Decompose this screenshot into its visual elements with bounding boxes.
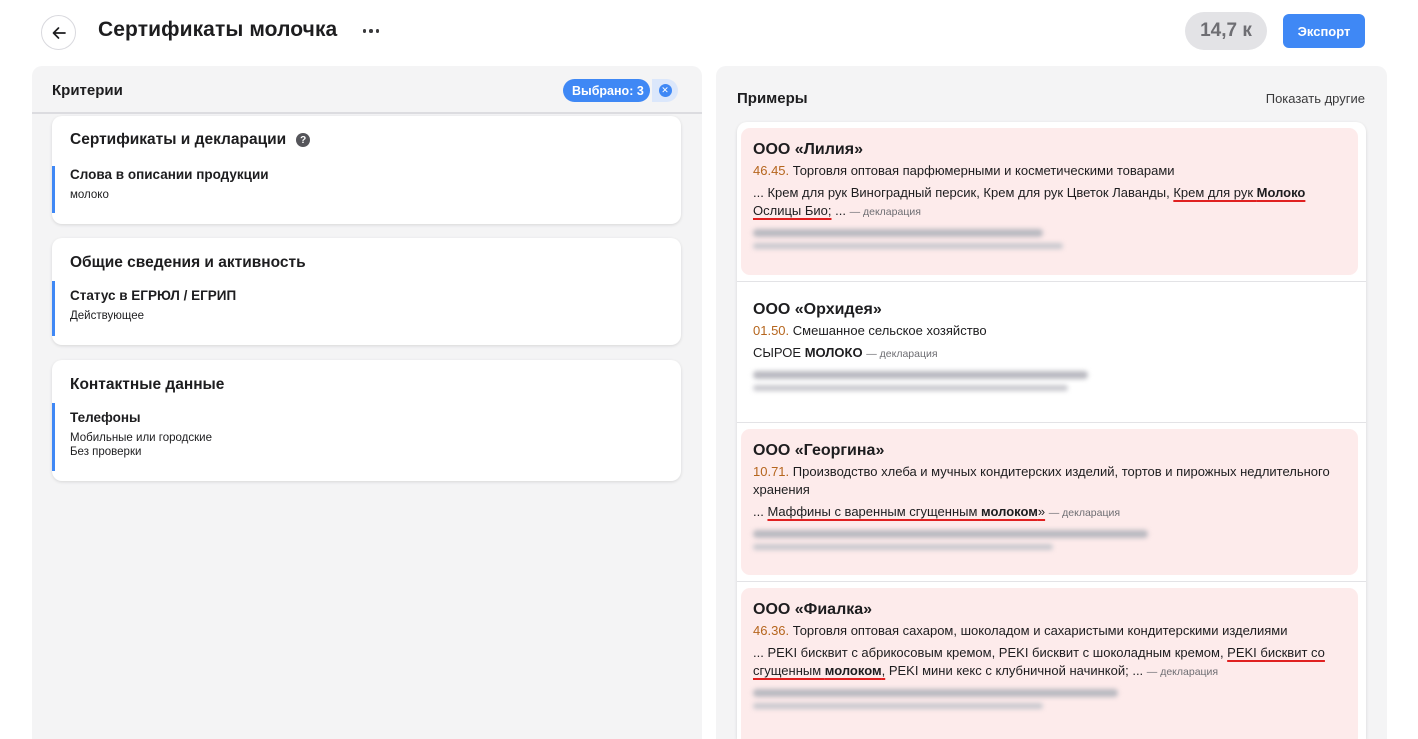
criteria-card-title: Контактные данные (70, 376, 225, 393)
document-type: — декларация (1146, 666, 1219, 678)
list-item[interactable]: ООО «Лилия» 46.45. Торговля оптовая парф… (737, 122, 1366, 282)
criteria-item-value: Без проверки (70, 446, 142, 458)
question-circle-icon[interactable]: ? (296, 133, 311, 147)
okved-text: Производство хлеба и мучных кондитерских… (753, 464, 1330, 497)
list-item[interactable]: ООО «Фиалка» 46.36. Торговля оптовая сах… (737, 582, 1366, 739)
criteria-item[interactable]: Слова в описании продукции молоко (52, 166, 269, 213)
document-type: — декларация (849, 206, 921, 218)
criteria-card-certificates[interactable]: Сертификаты и декларации ? Слова в описа… (52, 116, 681, 224)
criteria-item[interactable]: Статус в ЕГРЮЛ / ЕГРИП Действующее (52, 281, 236, 336)
list-item[interactable]: ООО «Георгина» 10.71. Производство хлеба… (737, 423, 1366, 582)
okved-code: 46.36. (753, 623, 790, 638)
blurred-requisites (753, 243, 1063, 249)
blurred-address (753, 229, 1043, 237)
okved-code: 10.71. (753, 464, 790, 479)
more-options-button[interactable] (358, 20, 384, 42)
results-count-badge: 14,7 к (1185, 12, 1267, 50)
criteria-header: Критерии Выбрано: 3 ✕ (32, 66, 702, 114)
criteria-panel: Критерии Выбрано: 3 ✕ Сертификаты и декл… (32, 66, 702, 739)
product-snippet: ... Маффины с варенным сгущенным молоком… (753, 504, 1121, 519)
clear-selection-button[interactable]: ✕ (652, 79, 678, 102)
document-type: — декларация (866, 348, 938, 360)
criteria-item-label: Слова в описании продукции (70, 167, 269, 182)
blurred-requisites (753, 385, 1068, 391)
okved-line: 01.50. Смешанное сельское хозяйство (753, 322, 1346, 340)
okved-line: 10.71. Производство хлеба и мучных конди… (753, 463, 1346, 499)
okved-code: 46.45. (753, 163, 790, 178)
close-circle-icon: ✕ (658, 84, 672, 97)
examples-panel: Примеры Показать другие ООО «Лилия» 46.4… (716, 66, 1387, 739)
okved-text: Смешанное сельское хозяйство (792, 323, 987, 338)
more-horizontal-icon (362, 29, 367, 33)
back-button[interactable] (41, 15, 76, 50)
company-name[interactable]: ООО «Фиалка» (753, 600, 1346, 620)
criteria-item-value: Мобильные или городские (70, 432, 212, 444)
company-name[interactable]: ООО «Лилия» (753, 140, 1346, 160)
okved-line: 46.45. Торговля оптовая парфюмерными и к… (753, 162, 1346, 180)
blurred-address (753, 689, 1118, 697)
show-more-link[interactable]: Показать другие (1266, 91, 1365, 106)
match-highlight: Маффины с варенным сгущенным молоком» (767, 504, 1046, 519)
criteria-card-contacts[interactable]: Контактные данные Телефоны Мобильные или… (52, 360, 681, 481)
examples-title: Примеры (737, 90, 808, 107)
criteria-item-value: Действующее (70, 310, 144, 322)
okved-code: 01.50. (753, 323, 790, 338)
arrow-left-icon (52, 26, 66, 39)
okved-line: 46.36. Торговля оптовая сахаром, шоколад… (753, 622, 1346, 640)
okved-text: Торговля оптовая сахаром, шоколадом и са… (792, 623, 1288, 638)
company-name[interactable]: ООО «Орхидея» (753, 300, 1346, 320)
company-name[interactable]: ООО «Георгина» (753, 441, 1346, 461)
okved-text: Торговля оптовая парфюмерными и косметич… (792, 163, 1175, 178)
criteria-item-label: Статус в ЕГРЮЛ / ЕГРИП (70, 288, 237, 303)
criteria-item-value: молоко (70, 189, 109, 201)
criteria-card-title: Общие сведения и активность (70, 254, 306, 271)
product-snippet: СЫРОЕ МОЛОКО — декларация (753, 345, 938, 360)
criteria-title: Критерии (52, 82, 123, 99)
criteria-item[interactable]: Телефоны Мобильные или городские Без про… (52, 403, 212, 471)
export-button[interactable]: Экспорт (1283, 14, 1365, 48)
page-header: Сертификаты молочка 14,7 к Экспорт (0, 0, 1418, 66)
criteria-card-title: Сертификаты и декларации (70, 131, 287, 148)
criteria-card-general[interactable]: Общие сведения и активность Статус в ЕГР… (52, 238, 681, 345)
blurred-requisites (753, 703, 1043, 709)
product-snippet: ... PEKI бисквит с абрикосовым кремом, P… (753, 645, 1325, 678)
criteria-item-label: Телефоны (70, 410, 141, 425)
page-title: Сертификаты молочка (98, 18, 338, 41)
document-type: — декларация (1048, 507, 1121, 519)
match-highlight: МОЛОКО (804, 345, 863, 360)
selected-count-chip[interactable]: Выбрано: 3 (563, 79, 650, 102)
list-item[interactable]: ООО «Орхидея» 01.50. Смешанное сельское … (737, 282, 1366, 423)
product-snippet: ... Крем для рук Виноградный персик, Кре… (753, 185, 1306, 218)
blurred-address (753, 530, 1148, 538)
blurred-address (753, 371, 1088, 379)
blurred-requisites (753, 544, 1053, 550)
examples-list: ООО «Лилия» 46.45. Торговля оптовая парф… (737, 122, 1366, 739)
